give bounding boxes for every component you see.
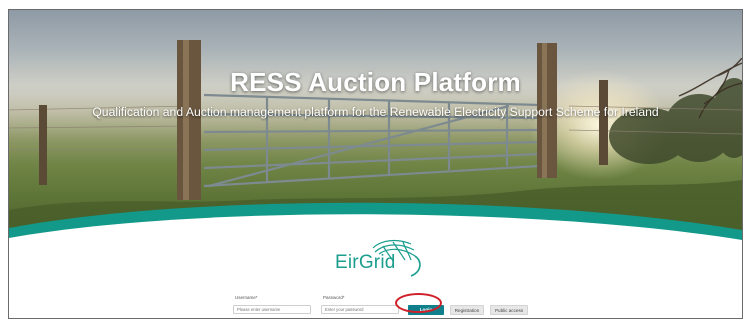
password-label: Password*	[323, 295, 345, 300]
public-access-button[interactable]: Public access	[490, 305, 528, 315]
login-highlight-ring	[395, 293, 442, 313]
registration-button[interactable]: Registration	[450, 305, 484, 315]
logo-text: EirGrid	[335, 252, 396, 273]
password-input[interactable]	[321, 305, 399, 314]
username-input[interactable]	[233, 305, 311, 314]
hero-subtitle: Qualification and Auction management pla…	[92, 105, 659, 119]
eirgrid-logo: EirGrid	[331, 238, 427, 280]
username-label: Username*	[235, 295, 258, 300]
page-frame: RESS Auction Platform Qualification and …	[8, 9, 743, 319]
hero-title: RESS Auction Platform	[230, 67, 521, 97]
